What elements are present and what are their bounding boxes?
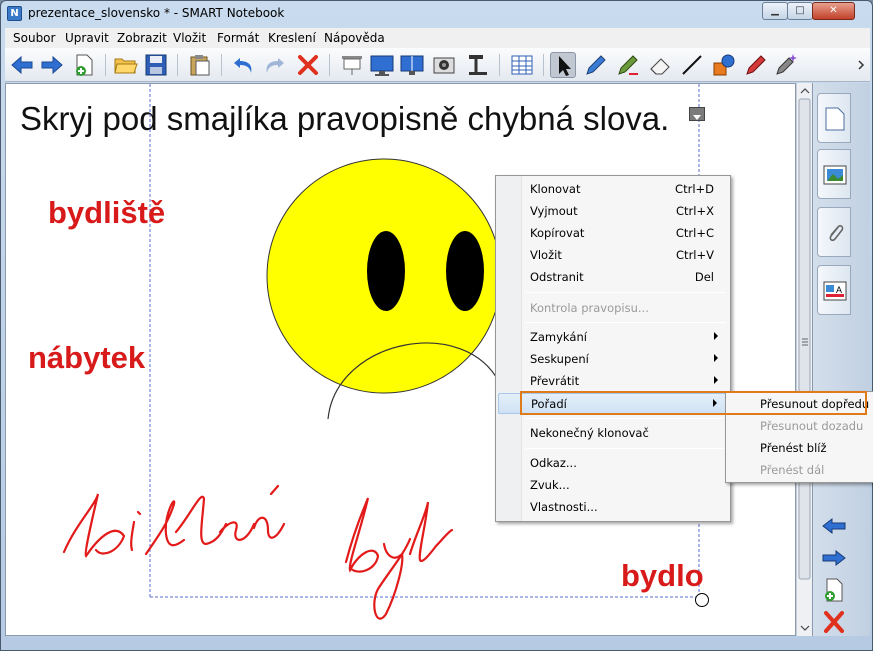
menu-item-seskupeni[interactable]: Seskupení	[498, 349, 728, 370]
redo-icon[interactable]	[261, 52, 287, 78]
menu-item-vyjmout[interactable]: Vyjmout Ctrl+X	[498, 201, 728, 222]
eraser-icon[interactable]	[647, 52, 673, 78]
submenu-arrow-icon	[713, 399, 717, 407]
forward-arrow-icon[interactable]	[39, 52, 65, 78]
more-icon[interactable]	[853, 48, 870, 82]
save-icon[interactable]	[143, 52, 169, 78]
previous-page-icon[interactable]	[819, 513, 849, 539]
menu-item-vlozit[interactable]: Vložit Ctrl+V	[498, 245, 728, 266]
menu-item-poradi[interactable]: Pořadí	[498, 393, 728, 414]
document-camera-icon[interactable]	[465, 52, 491, 78]
menu-item-nekonecny-klonovac[interactable]: Nekonečný klonovač	[498, 423, 728, 444]
handwriting-bidleni	[62, 484, 286, 558]
maximize-button[interactable]: □	[787, 2, 813, 20]
full-screen-icon[interactable]	[369, 52, 395, 78]
page-sorter-icon[interactable]	[817, 93, 851, 143]
undo-icon[interactable]	[231, 52, 257, 78]
menu-item-odstranit[interactable]: Odstranit Del	[498, 267, 728, 288]
select-pointer-icon[interactable]	[550, 52, 576, 78]
menu-item-vlastnosti[interactable]: Vlastnosti...	[498, 497, 728, 518]
menu-upravit[interactable]: Upravit	[65, 31, 109, 45]
submenu-item-presunout-dozadu: Přesunout dozadu	[760, 419, 864, 433]
object-menu-arrow-icon[interactable]	[689, 107, 705, 121]
delete-icon[interactable]	[295, 52, 321, 78]
dual-page-icon[interactable]	[399, 52, 425, 78]
menu-format[interactable]: Formát	[217, 31, 259, 45]
open-folder-icon[interactable]	[113, 52, 139, 78]
window-title: prezentace_slovensko * - SMART Notebook	[28, 6, 285, 20]
svg-text:A: A	[836, 285, 842, 295]
submenu-item-prenest-dal: Přenést dál	[760, 463, 825, 477]
word-bydliste[interactable]: bydliště	[48, 195, 165, 231]
side-bar: A	[812, 83, 870, 636]
menu-vlozit[interactable]: Vložit	[173, 31, 206, 45]
paste-icon[interactable]	[187, 52, 213, 78]
properties-icon[interactable]: A	[817, 265, 851, 315]
table-icon[interactable]	[509, 52, 535, 78]
submenu-arrow-icon	[714, 332, 718, 340]
close-button[interactable]: ✕	[812, 2, 855, 20]
handwriting-byl	[344, 497, 454, 620]
order-submenu: Přesunout dopředu Přesunout dozadu Přené…	[725, 391, 873, 483]
magic-pen-icon[interactable]	[743, 52, 769, 78]
word-bydlo[interactable]: bydlo	[621, 558, 704, 594]
capture-icon[interactable]	[431, 52, 457, 78]
menu-item-zamykani[interactable]: Zamykání	[498, 327, 728, 348]
submenu-item-prenest-bliz[interactable]: Přenést blíž	[728, 438, 871, 459]
minimize-button[interactable]: ▁	[762, 2, 788, 20]
menu-item-kopirovat[interactable]: Kopírovat Ctrl+C	[498, 223, 728, 244]
title-bar: N prezentace_slovensko * - SMART Noteboo…	[1, 1, 872, 27]
app-window: N prezentace_slovensko * - SMART Noteboo…	[0, 0, 873, 651]
submenu-arrow-icon	[714, 354, 718, 362]
menu-item-prevratit[interactable]: Převrátit	[498, 371, 728, 392]
menu-item-zvuk[interactable]: Zvuk...	[498, 475, 728, 496]
toolbar	[5, 48, 853, 82]
submenu-arrow-icon	[714, 376, 718, 384]
smiley-left-eye	[367, 231, 405, 311]
line-icon[interactable]	[679, 52, 705, 78]
add-page-icon[interactable]	[71, 52, 97, 78]
shape-recognition-pen-icon[interactable]	[773, 52, 799, 78]
menu-item-odkaz[interactable]: Odkaz...	[498, 453, 728, 474]
menu-kresleni[interactable]: Kreslení	[268, 31, 316, 45]
pen-icon[interactable]	[583, 52, 609, 78]
resize-handle[interactable]	[695, 593, 709, 607]
vertical-scrollbar[interactable]	[796, 83, 812, 636]
shapes-icon[interactable]	[711, 52, 737, 78]
notebook-icon: N	[7, 6, 22, 21]
smiley-right-eye	[446, 231, 484, 311]
add-page-icon[interactable]	[819, 577, 849, 603]
next-page-icon[interactable]	[819, 545, 849, 571]
delete-page-icon[interactable]	[819, 609, 849, 635]
menu-item-kontrola-pravopisu: Kontrola pravopisu...	[530, 301, 649, 315]
screen-shade-icon[interactable]	[339, 52, 365, 78]
menu-bar: Soubor Upravit Zobrazit Vložit Formát Kr…	[5, 28, 870, 48]
back-arrow-icon[interactable]	[9, 52, 35, 78]
attachments-icon[interactable]	[817, 207, 851, 257]
word-nabytek[interactable]: nábytek	[28, 340, 145, 376]
gallery-icon[interactable]	[817, 149, 851, 199]
menu-napoveda[interactable]: Nápověda	[324, 31, 385, 45]
menu-soubor[interactable]: Soubor	[13, 31, 55, 45]
submenu-item-presunout-dopredu[interactable]: Přesunout dopředu	[728, 394, 871, 415]
menu-zobrazit[interactable]: Zobrazit	[117, 31, 167, 45]
menu-item-klonovat[interactable]: Klonovat Ctrl+D	[498, 179, 728, 200]
context-menu: Klonovat Ctrl+D Vyjmout Ctrl+X Kopírovat Ct…	[495, 175, 731, 522]
creative-pen-icon[interactable]	[615, 52, 641, 78]
